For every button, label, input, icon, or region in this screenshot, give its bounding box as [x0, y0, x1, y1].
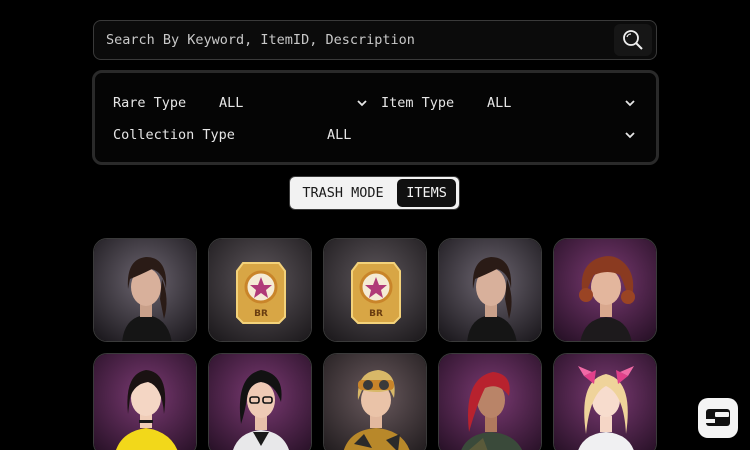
item-card[interactable]	[93, 353, 197, 450]
item-card[interactable]	[438, 353, 542, 450]
search-input[interactable]	[94, 21, 614, 59]
item-card[interactable]	[93, 238, 197, 342]
filter-panel: Rare Type ALL Item Type ALL Collection T…	[92, 70, 659, 165]
search-icon	[623, 30, 643, 50]
br-badge-icon: BR	[209, 239, 311, 341]
item-card[interactable]: BR	[208, 238, 312, 342]
female-glasses-avatar-icon	[209, 354, 311, 450]
floating-action-button[interactable]	[698, 398, 738, 438]
search-button[interactable]	[614, 24, 652, 56]
item-card[interactable]	[553, 353, 657, 450]
trash-mode-button[interactable]: TRASH MODE	[293, 179, 393, 207]
female-red-curly-avatar-icon	[554, 239, 656, 341]
rare-type-select[interactable]: ALL	[219, 95, 367, 111]
item-card[interactable]: BR	[323, 238, 427, 342]
male-goggles-avatar-icon	[324, 354, 426, 450]
female-pink-bow-avatar-icon	[554, 354, 656, 450]
collection-type-label: Collection Type	[113, 127, 235, 143]
items-button[interactable]: ITEMS	[397, 179, 456, 207]
female-dark-hair-avatar-icon	[439, 239, 541, 341]
br-badge-icon: BR	[324, 239, 426, 341]
item-card[interactable]	[553, 238, 657, 342]
mode-toggle: TRASH MODE ITEMS	[289, 176, 460, 210]
chevron-down-icon	[625, 100, 635, 107]
chevron-down-icon	[357, 100, 367, 107]
female-yellow-jacket-avatar-icon	[94, 354, 196, 450]
item-type-label: Item Type	[381, 95, 455, 111]
item-type-filter: Item Type ALL	[381, 95, 635, 111]
collection-type-value: ALL	[327, 127, 352, 143]
item-type-value: ALL	[487, 95, 512, 111]
female-red-hair-avatar-icon	[439, 354, 541, 450]
rare-type-value: ALL	[219, 95, 244, 111]
collection-type-filter: Collection Type ALL	[113, 127, 635, 143]
item-card[interactable]	[208, 353, 312, 450]
chevron-down-icon	[625, 132, 635, 139]
collection-type-select[interactable]: ALL	[327, 127, 635, 143]
female-dark-hair-avatar-icon	[94, 239, 196, 341]
rare-type-filter: Rare Type ALL	[113, 95, 367, 111]
rare-type-label: Rare Type	[113, 95, 187, 111]
item-card[interactable]	[323, 353, 427, 450]
card-toggle-icon	[706, 409, 730, 426]
search-bar	[93, 20, 657, 60]
item-card[interactable]	[438, 238, 542, 342]
item-type-select[interactable]: ALL	[487, 95, 635, 111]
svg-text:BR: BR	[369, 309, 383, 319]
svg-text:BR: BR	[254, 309, 268, 319]
